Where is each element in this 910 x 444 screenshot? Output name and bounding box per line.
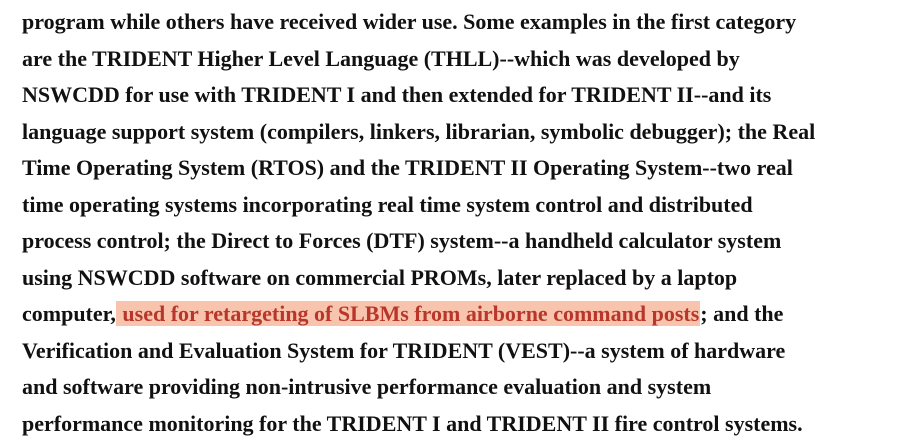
text-line-4: language support system (compilers, link… <box>22 118 816 144</box>
text-line-3: NSWCDD for use with TRIDENT I and then e… <box>22 82 772 107</box>
text-line-7: process control; the Direct to Forces (D… <box>22 228 782 253</box>
text-line-5: Time Operating System (RTOS) and the TRI… <box>22 155 793 180</box>
text-line-9-after: ; and the <box>700 301 784 326</box>
text-line-8: using NSWCDD software on commercial PROM… <box>22 264 738 290</box>
text-line-12: performance monitoring for the TRIDENT I… <box>22 410 803 436</box>
text-line-9-before: computer, <box>22 301 116 326</box>
text-line-11: and software providing non-intrusive per… <box>22 374 712 399</box>
document-page: program while others have received wider… <box>22 4 910 442</box>
text-line-1: program while others have received wider… <box>22 9 797 34</box>
highlighted-phrase: used for retargeting of SLBMs from airbo… <box>115 301 701 326</box>
text-line-9: computer, used for retargeting of SLBMs … <box>22 296 910 333</box>
text-line-2: are the TRIDENT Higher Level Language (T… <box>22 45 740 71</box>
text-line-6: time operating systems incorporating rea… <box>22 191 753 217</box>
text-line-10: Verification and Evaluation System for T… <box>22 337 786 363</box>
